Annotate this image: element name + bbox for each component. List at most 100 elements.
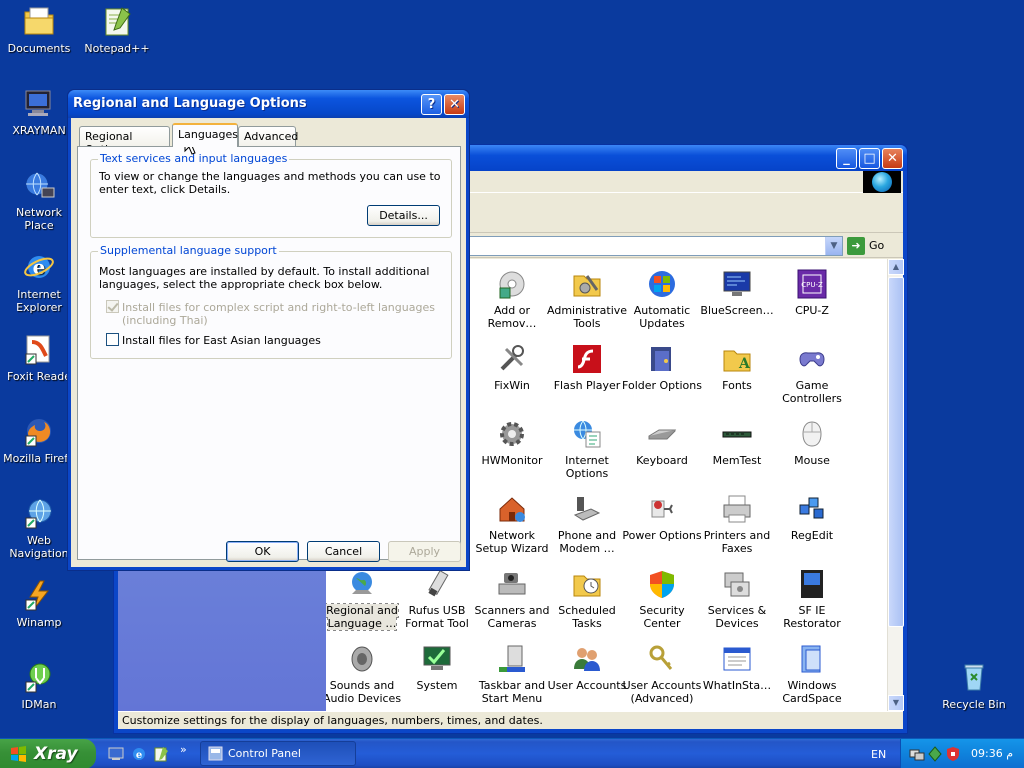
cp-item-flash-player[interactable]: Flash Player	[547, 343, 627, 392]
maximize-button[interactable]: □	[859, 148, 880, 169]
cp-item-rufus[interactable]: Rufus USB Format Tool	[397, 568, 477, 630]
close-icon: ✕	[887, 151, 898, 166]
complex-script-checkbox[interactable]	[106, 300, 119, 313]
cp-item-regedit[interactable]: RegEdit	[772, 493, 852, 542]
details-button[interactable]: Details...	[367, 205, 440, 226]
cp-item-printers-and-faxes[interactable]: Printers and Faxes	[697, 493, 777, 555]
cp-item-bluescreen[interactable]: BlueScreen…	[697, 268, 777, 317]
cp-item-add-remove-programs[interactable]: Add or Remov…	[472, 268, 552, 330]
ok-button[interactable]: OK	[226, 541, 299, 562]
cp-item-scanners-and-cameras[interactable]: Scanners and Cameras	[472, 568, 552, 630]
cp-item-regional-and-language[interactable]: Regional and Language …	[326, 568, 402, 631]
language-indicator[interactable]: EN	[871, 748, 886, 761]
memtest-icon	[721, 418, 753, 450]
cp-item-hwmonitor[interactable]: HWMonitor	[472, 418, 552, 467]
globe-icon	[872, 172, 892, 192]
desktop-icon-recycle-bin[interactable]: Recycle Bin	[935, 660, 1013, 711]
east-asian-checkbox[interactable]	[106, 333, 119, 346]
dialog-body: Regional Options Languages Advanced Text…	[71, 118, 466, 567]
maximize-icon: □	[863, 151, 876, 166]
cp-item-folder-options[interactable]: Folder Options	[622, 343, 702, 392]
taskbar-item-control-panel[interactable]: Control Panel	[200, 741, 356, 766]
cp-item-automatic-updates[interactable]: Automatic Updates	[622, 268, 702, 330]
scroll-thumb[interactable]	[888, 277, 904, 627]
go-button[interactable]: ➜ Go	[847, 237, 897, 255]
notepad-plus-plus-icon[interactable]	[153, 746, 169, 762]
cp-item-sounds-and-audio[interactable]: Sounds and Audio Devices	[326, 643, 402, 705]
firefox-icon	[22, 414, 56, 448]
tab-advanced[interactable]: Advanced	[238, 126, 298, 146]
apply-button[interactable]: Apply	[388, 541, 461, 562]
start-button[interactable]: Xray	[0, 739, 96, 768]
desktop-icon-documents[interactable]: Documents	[0, 4, 78, 55]
cp-item-services-and-devices[interactable]: Services & Devices	[697, 568, 777, 630]
scheduled-tasks-icon	[571, 568, 603, 600]
close-button[interactable]: ✕	[882, 148, 903, 169]
cp-item-game-controllers[interactable]: Game Controllers	[772, 343, 852, 405]
fixwin-icon	[496, 343, 528, 375]
status-bar: Customize settings for the display of la…	[118, 711, 903, 729]
cp-item-cpu-z[interactable]: CPU-Z CPU-Z	[772, 268, 852, 317]
svg-text:A: A	[738, 356, 751, 372]
cp-item-phone-and-modem[interactable]: Phone and Modem …	[547, 493, 627, 555]
add-remove-programs-icon	[496, 268, 528, 300]
winamp-icon	[22, 578, 56, 612]
cp-item-administrative-tools[interactable]: Administrative Tools	[547, 268, 627, 330]
fonts-icon: A	[721, 343, 753, 375]
show-desktop-icon[interactable]	[108, 746, 124, 762]
scroll-up-button[interactable]: ▲	[888, 259, 904, 275]
tab-regional-options[interactable]: Regional Options	[79, 126, 170, 156]
cp-item-security-center[interactable]: Security Center	[622, 568, 702, 630]
quick-launch-chevron[interactable]: »	[180, 743, 187, 756]
go-arrow-icon: ➜	[847, 237, 865, 255]
documents-icon	[22, 4, 56, 38]
tray-app-icon[interactable]	[927, 746, 943, 762]
clock[interactable]: 09:36 م	[971, 747, 1013, 760]
sounds-icon	[346, 643, 378, 675]
vertical-scrollbar[interactable]: ▲ ▼	[887, 259, 904, 711]
cancel-button[interactable]: Cancel	[307, 541, 380, 562]
dialog-close-button[interactable]: ✕	[444, 94, 465, 115]
cp-item-whatinstartup[interactable]: WhatInSta…	[697, 643, 777, 692]
cp-item-internet-options[interactable]: Internet Options	[547, 418, 627, 480]
help-button[interactable]: ?	[421, 94, 442, 115]
cp-item-sf-ie-restorator[interactable]: SF IE Restorator	[772, 568, 852, 630]
network-tray-icon[interactable]	[909, 746, 925, 762]
taskbar: Xray e » Control Panel EN 09:36 م	[0, 738, 1024, 768]
text-services-description: To view or change the languages and meth…	[99, 170, 441, 196]
supplemental-language-group: Supplemental language support Most langu…	[90, 244, 452, 359]
cp-item-power-options[interactable]: Power Options	[622, 493, 702, 542]
internet-options-icon	[571, 418, 603, 450]
address-dropdown-button[interactable]: ▼	[825, 237, 842, 255]
desktop-icon-notepad-plus-plus[interactable]: Notepad++	[78, 4, 156, 55]
cp-item-windows-cardspace[interactable]: Windows CardSpace	[772, 643, 852, 705]
cp-item-keyboard[interactable]: Keyboard	[622, 418, 702, 467]
scroll-down-button[interactable]: ▼	[888, 695, 904, 711]
supplemental-language-description: Most languages are installed by default.…	[99, 265, 430, 291]
cp-item-fonts[interactable]: A Fonts	[697, 343, 777, 392]
desktop-icon-idman[interactable]: IDMan	[0, 660, 78, 711]
dialog-titlebar[interactable]: Regional and Language Options ? ✕	[68, 90, 469, 118]
sf-ie-restorator-icon	[796, 568, 828, 600]
scanners-icon	[496, 568, 528, 600]
help-icon: ?	[427, 97, 436, 112]
cp-item-taskbar-and-start-menu[interactable]: Taskbar and Start Menu	[472, 643, 552, 705]
system-tray: 09:36 م	[900, 739, 1024, 768]
minimize-button[interactable]: _	[836, 148, 857, 169]
svg-text:e: e	[136, 750, 142, 761]
cp-item-memtest[interactable]: MemTest	[697, 418, 777, 467]
cp-item-user-accounts-advanced[interactable]: User Accounts (Advanced)	[622, 643, 702, 705]
idman-icon	[22, 660, 56, 694]
cp-item-user-accounts[interactable]: User Accounts	[547, 643, 627, 692]
cp-item-network-setup-wizard[interactable]: Network Setup Wizard	[472, 493, 552, 555]
tab-languages[interactable]: Languages	[172, 123, 238, 147]
cp-item-mouse[interactable]: Mouse	[772, 418, 852, 467]
desktop-icon-winamp[interactable]: Winamp	[0, 578, 78, 629]
security-tray-icon[interactable]	[945, 746, 961, 762]
internet-explorer-icon[interactable]: e	[131, 746, 147, 762]
cp-item-fixwin[interactable]: FixWin	[472, 343, 552, 392]
windows-flag-icon	[11, 746, 26, 762]
cp-item-scheduled-tasks[interactable]: Scheduled Tasks	[547, 568, 627, 630]
bluescreen-icon	[721, 268, 753, 300]
cp-item-system[interactable]: System	[397, 643, 477, 692]
